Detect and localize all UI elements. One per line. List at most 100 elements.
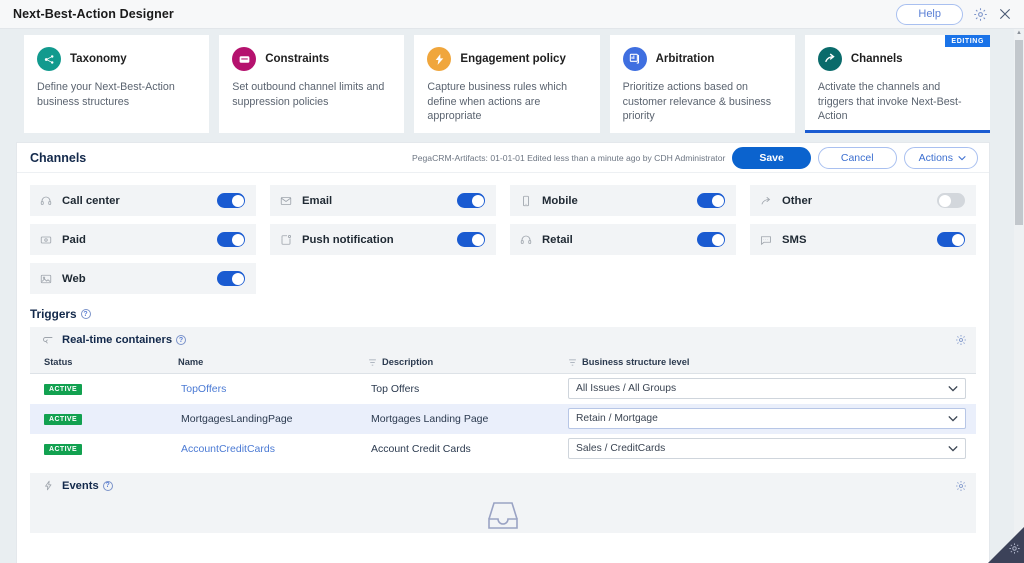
channel-name: SMS xyxy=(782,233,807,246)
channel-toggle[interactable] xyxy=(457,193,485,208)
table-row[interactable]: ACTIVE MortgagesLandingPage Mortgages La… xyxy=(30,403,976,434)
container-description: Top Offers xyxy=(371,382,420,395)
card-header: Channels xyxy=(817,47,977,71)
card-header: Taxonomy xyxy=(37,47,196,71)
column-header-description[interactable]: Description xyxy=(368,353,568,374)
card-taxonomy[interactable]: Taxonomy Define your Next-Best-Action bu… xyxy=(24,35,210,133)
channel-name: Email xyxy=(302,194,333,207)
save-button[interactable]: Save xyxy=(732,146,811,169)
channel-name: Retail xyxy=(542,233,573,246)
business-structure-level-select[interactable]: Retain / Mortgage xyxy=(568,408,966,429)
column-label: Name xyxy=(178,357,204,367)
section-title-label: Events xyxy=(62,479,99,492)
gear-icon[interactable] xyxy=(955,334,967,346)
business-structure-level-select[interactable]: All Issues / All Groups xyxy=(568,378,966,400)
empty-state xyxy=(30,499,976,533)
card-arbitration[interactable]: Arbitration Prioritize actions based on … xyxy=(609,35,795,133)
container-name[interactable]: MortgagesLandingPage xyxy=(181,413,293,425)
card-description: Capture business rules which define when… xyxy=(427,81,568,122)
channel-toggle[interactable] xyxy=(457,232,485,247)
channel-tile-paid[interactable]: Paid xyxy=(30,224,256,255)
gear-icon[interactable] xyxy=(955,480,967,492)
container-name-link[interactable]: AccountCreditCards xyxy=(181,443,275,455)
gear-icon[interactable] xyxy=(1008,542,1021,560)
chevron-down-icon xyxy=(958,155,966,160)
scrollbar-thumb[interactable] xyxy=(1015,40,1023,225)
cancel-button[interactable]: Cancel xyxy=(817,146,897,169)
card-constraints[interactable]: Constraints Set outbound channel limits … xyxy=(219,35,405,133)
gear-icon[interactable] xyxy=(972,6,988,22)
designer-cards: Taxonomy Define your Next-Best-Action bu… xyxy=(0,29,1006,139)
filter-icon xyxy=(369,359,376,365)
column-header-name[interactable]: Name xyxy=(178,353,368,374)
panel-header: Channels PegaCRM-Artifacts: 01-01-01 Edi… xyxy=(17,143,989,173)
card-title: Arbitration xyxy=(655,53,715,65)
status-badge: EDITING xyxy=(945,35,991,47)
realtime-containers-section: Real-time containers ? Status Name Descr… xyxy=(30,327,976,464)
channel-tile-call-center[interactable]: Call center xyxy=(30,185,256,216)
channel-tile-push-notification[interactable]: Push notification xyxy=(270,224,496,255)
card-description: Activate the channels and triggers that … xyxy=(817,81,962,122)
channel-toggle[interactable] xyxy=(697,232,725,247)
help-button[interactable]: Help xyxy=(896,3,963,25)
channel-name: Paid xyxy=(62,233,86,246)
bolt-icon xyxy=(427,47,452,71)
vertical-scrollbar[interactable]: ▲ xyxy=(1014,29,1024,563)
channel-toggle[interactable] xyxy=(217,271,245,286)
column-header-status[interactable]: Status xyxy=(30,353,178,374)
container-description: Account Credit Cards xyxy=(371,442,471,455)
panel-title: Channels xyxy=(30,150,87,165)
section-header: Real-time containers ? xyxy=(30,327,976,353)
scroll-up-arrow[interactable]: ▲ xyxy=(1016,30,1023,36)
channel-tile-other[interactable]: Other xyxy=(750,185,976,216)
channel-toggle[interactable] xyxy=(937,193,965,208)
corner-grip[interactable] xyxy=(984,523,1024,563)
column-label: Status xyxy=(44,357,73,367)
channel-tile-sms[interactable]: SMS xyxy=(750,224,976,255)
constraints-icon xyxy=(232,47,257,71)
close-icon[interactable] xyxy=(997,6,1013,22)
section-header: Events ? xyxy=(30,473,976,499)
card-engagement-policy[interactable]: Engagement policy Capture business rules… xyxy=(414,35,600,133)
channel-tile-email[interactable]: Email xyxy=(270,185,496,216)
card-channels[interactable]: EDITING Channels Activate the channels a… xyxy=(804,35,991,133)
card-title: Taxonomy xyxy=(70,53,127,65)
panel-actions: PegaCRM-Artifacts: 01-01-01 Edited less … xyxy=(412,146,978,169)
chevron-down-icon xyxy=(948,386,958,392)
help-icon[interactable]: ? xyxy=(102,480,113,491)
actions-menu-button[interactable]: Actions xyxy=(903,146,978,169)
image-icon xyxy=(39,272,53,286)
events-section: Events ? xyxy=(30,472,976,533)
table-header-row: Status Name Description Business structu… xyxy=(30,353,976,374)
help-icon[interactable]: ? xyxy=(80,309,91,319)
chevron-down-icon xyxy=(948,445,958,452)
channel-name: Mobile xyxy=(542,194,578,207)
channel-tile-mobile[interactable]: Mobile xyxy=(510,185,736,216)
channel-name: Push notification xyxy=(302,233,394,246)
channel-toggle[interactable] xyxy=(937,232,965,247)
container-name-link[interactable]: TopOffers xyxy=(181,383,226,395)
triggers-label: Triggers xyxy=(30,307,77,321)
table-row[interactable]: ACTIVE AccountCreditCards Account Credit… xyxy=(30,433,976,464)
headset-icon xyxy=(39,194,53,208)
channel-tile-web[interactable]: Web xyxy=(30,263,256,294)
chat-icon xyxy=(759,233,773,247)
section-title: Events ? xyxy=(62,480,113,492)
card-header: Constraints xyxy=(232,47,391,71)
column-header-business-structure-level[interactable]: Business structure level xyxy=(568,353,976,374)
container-description: Mortgages Landing Page xyxy=(371,412,489,425)
table-row[interactable]: ACTIVE TopOffers Top Offers All Issues /… xyxy=(30,373,976,404)
business-structure-level-select[interactable]: Sales / CreditCards xyxy=(568,438,966,459)
channel-toggle[interactable] xyxy=(217,232,245,247)
channel-tile-retail[interactable]: Retail xyxy=(510,224,736,255)
channels-grid: Call center Email Mobile Other Paid Push… xyxy=(17,173,989,294)
selected-value: Sales / CreditCards xyxy=(576,443,666,454)
card-description: Define your Next-Best-Action business st… xyxy=(37,81,175,108)
container-icon xyxy=(41,333,55,347)
channel-toggle[interactable] xyxy=(217,193,245,208)
channels-panel: Channels PegaCRM-Artifacts: 01-01-01 Edi… xyxy=(16,142,990,563)
card-description: Set outbound channel limits and suppress… xyxy=(232,81,385,108)
help-icon[interactable]: ? xyxy=(176,335,187,345)
channel-toggle[interactable] xyxy=(697,193,725,208)
push-icon xyxy=(279,233,293,247)
